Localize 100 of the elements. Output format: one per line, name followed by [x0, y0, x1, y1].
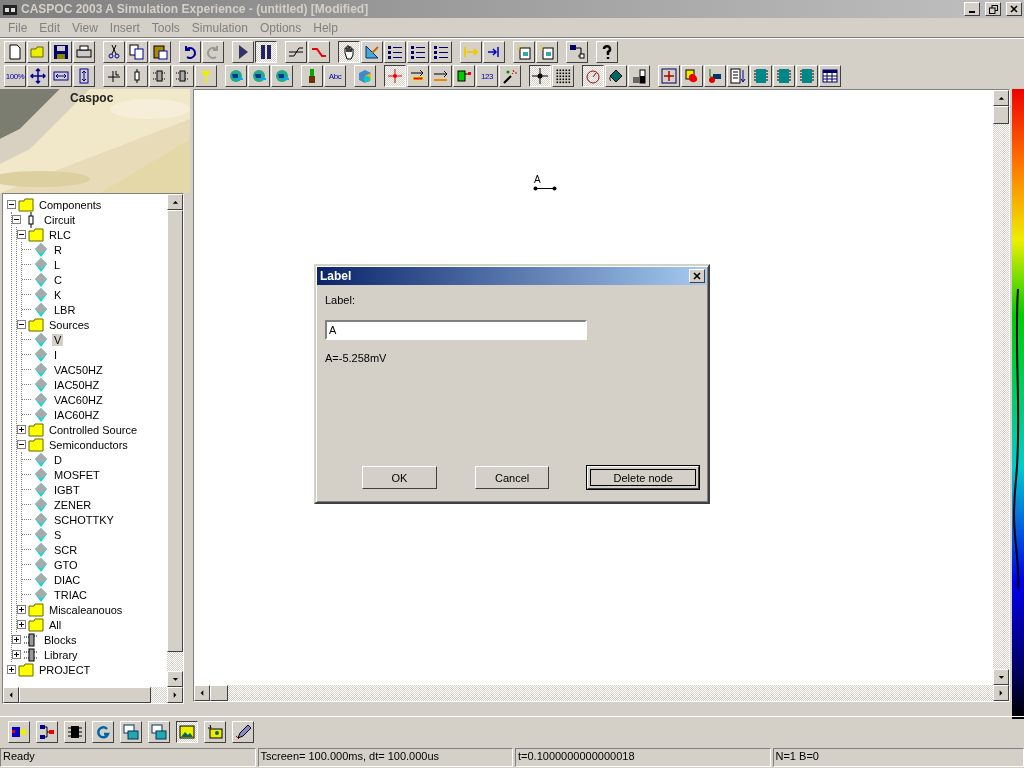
dialog-button[interactable]: Cancel	[474, 466, 550, 489]
dialog-button[interactable]: Delete node	[587, 466, 699, 489]
globe-icon	[251, 68, 267, 84]
junction-icon	[106, 68, 122, 84]
network-icon	[39, 724, 55, 740]
folder-icon	[28, 316, 44, 333]
tree-item[interactable]: DIAC	[52, 573, 83, 586]
tree-item[interactable]: SCR	[52, 543, 80, 556]
diamond-icon	[33, 241, 49, 258]
tree-item[interactable]: Semiconductors	[47, 438, 130, 451]
tree-item[interactable]: All	[47, 618, 64, 631]
toolbar-button[interactable]: 100%	[4, 65, 26, 87]
arrow-icon	[198, 689, 206, 697]
folder-icon	[28, 226, 44, 243]
scroll-down-button[interactable]	[993, 669, 1009, 685]
tree-item[interactable]: VAC50HZ	[52, 363, 105, 376]
toolbar-button[interactable]	[176, 721, 198, 743]
folder-icon	[28, 436, 44, 453]
tree-item[interactable]: Library	[42, 648, 80, 661]
scroll-thumb[interactable]	[993, 106, 1009, 124]
field-label: Label:	[325, 294, 356, 306]
undo-icon	[182, 44, 198, 60]
tree-item[interactable]: R	[52, 243, 64, 256]
globe-icon	[228, 68, 244, 84]
expand-icon[interactable]	[12, 650, 21, 659]
tree-item[interactable]: Circuit	[42, 213, 78, 226]
scroll-right-button[interactable]	[993, 685, 1009, 701]
expand-icon[interactable]	[17, 425, 26, 434]
tree-item[interactable]: TRIAC	[52, 588, 89, 601]
tree-item[interactable]: V	[52, 333, 64, 346]
expand-icon[interactable]	[7, 665, 16, 674]
collapse-icon[interactable]	[7, 200, 16, 209]
tree-item[interactable]: SCHOTTKY	[52, 513, 116, 526]
collapse-icon[interactable]	[17, 320, 26, 329]
dialog-button[interactable]: OK	[362, 466, 437, 489]
tree-item[interactable]: ZENER	[52, 498, 94, 511]
tree-item[interactable]: GTO	[52, 558, 80, 571]
tree-item[interactable]: C	[52, 273, 64, 286]
collapse-icon[interactable]	[17, 230, 26, 239]
tree-item[interactable]: Sources	[47, 318, 92, 331]
tree-item[interactable]: Miscaleanouos	[47, 603, 125, 616]
tree-item[interactable]: RLC	[47, 228, 73, 241]
folder-icon	[18, 196, 34, 213]
minimize-button[interactable]	[964, 2, 980, 16]
move-arrows-icon	[661, 68, 677, 84]
horizontal-scrollbar[interactable]	[3, 687, 183, 703]
status-text: Ready	[0, 748, 256, 767]
scroll-up-button[interactable]	[167, 194, 183, 210]
close-button[interactable]	[1006, 2, 1022, 16]
windows-icon	[123, 724, 139, 740]
diamond-icon	[33, 391, 49, 408]
tree-item[interactable]: VAC60HZ	[52, 393, 105, 406]
expand-icon[interactable]	[12, 635, 21, 644]
node-marker[interactable]	[533, 186, 557, 191]
toolbar-button[interactable]	[582, 65, 604, 87]
restore-button[interactable]	[985, 2, 1001, 16]
move-arrows-icon	[30, 68, 46, 84]
tree-item[interactable]: MOSFET	[52, 468, 102, 481]
scroll-thumb[interactable]	[210, 685, 228, 701]
toolbar-button[interactable]	[338, 41, 360, 63]
toolbar-button[interactable]: 123	[476, 65, 498, 87]
scroll-up-button[interactable]	[993, 90, 1009, 106]
scroll-right-button[interactable]	[167, 687, 183, 703]
arrow-icon	[997, 94, 1005, 102]
tree-item[interactable]: PROJECT	[37, 663, 93, 676]
scroll-down-button[interactable]	[167, 671, 183, 687]
tree-item[interactable]: Blocks	[42, 633, 79, 646]
toolbar-button[interactable]: Abc	[324, 65, 346, 87]
diamond-icon	[33, 301, 49, 318]
collapse-icon[interactable]	[12, 215, 21, 224]
scroll-left-button[interactable]	[194, 685, 210, 701]
expand-icon[interactable]	[17, 605, 26, 614]
tree-item[interactable]: Components	[37, 198, 104, 211]
diamond-icon	[33, 511, 49, 528]
tree-item[interactable]: Controlled Source	[47, 423, 140, 436]
tree-item[interactable]: L	[52, 258, 63, 271]
paint-bucket-icon	[608, 68, 624, 84]
toolbar-button[interactable]	[384, 65, 406, 87]
tree-item[interactable]: IGBT	[52, 483, 82, 496]
toolbar-button[interactable]	[529, 65, 551, 87]
probe-icon	[198, 68, 214, 84]
expand-icon[interactable]	[17, 620, 26, 629]
scroll-left-button[interactable]	[3, 687, 19, 703]
tree-item[interactable]: S	[52, 528, 64, 541]
diamond-icon	[33, 331, 49, 348]
label-field[interactable]: A	[325, 320, 587, 340]
tree-item[interactable]: I	[52, 348, 60, 361]
close-button[interactable]	[689, 269, 705, 283]
horizontal-scrollbar[interactable]	[194, 685, 1009, 701]
vertical-scrollbar[interactable]	[993, 90, 1009, 685]
collapse-icon[interactable]	[17, 440, 26, 449]
tree-item[interactable]: D	[52, 453, 64, 466]
scroll-thumb[interactable]	[19, 687, 151, 703]
tree-item[interactable]: K	[52, 288, 64, 301]
table-icon	[822, 68, 838, 84]
tree-item[interactable]: IAC60HZ	[52, 408, 102, 421]
crosshair-icon	[532, 68, 548, 84]
tree-item[interactable]: IAC50HZ	[52, 378, 102, 391]
toolbar-button[interactable]	[255, 41, 277, 63]
tree-item[interactable]: LBR	[52, 303, 78, 316]
